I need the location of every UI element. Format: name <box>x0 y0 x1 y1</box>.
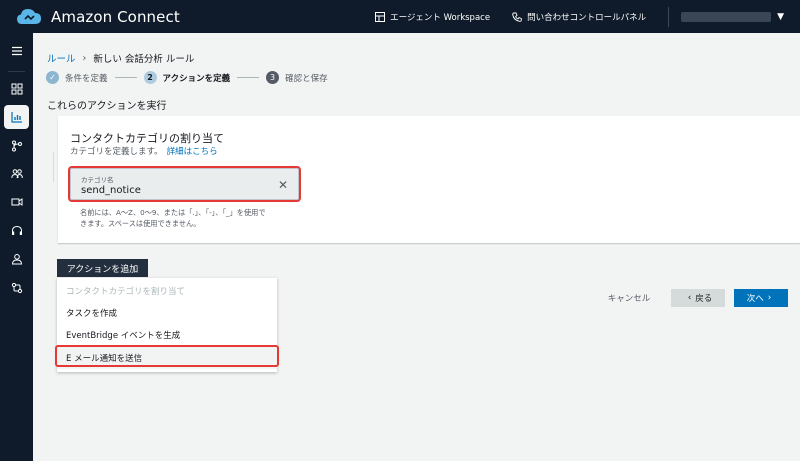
chevron-left-icon: ‹ <box>687 293 692 303</box>
menu-item-create-task[interactable]: タスクを作成 <box>57 302 277 324</box>
control-panel-label: 問い合わせコントロールパネル <box>527 12 647 23</box>
top-divider <box>668 6 670 27</box>
wizard-steps: ✓ 条件を定義 2 アクションを定義 3 確認と保存 <box>46 71 328 84</box>
contact-control-panel-link[interactable]: 問い合わせコントロールパネル <box>512 11 646 23</box>
step-review-save: 3 確認と保存 <box>266 71 328 84</box>
user-icon[interactable] <box>4 247 29 271</box>
menu-item-eventbridge[interactable]: EventBridge イベントを生成 <box>57 324 277 346</box>
dashboard-icon[interactable] <box>4 77 29 101</box>
menu-item-assign-category: コンタクトカテゴリを割り当て <box>66 287 186 297</box>
chevron-right-icon: › <box>767 293 772 303</box>
contact-flow-icon[interactable] <box>4 276 29 300</box>
cancel-button[interactable]: キャンセル <box>598 289 660 307</box>
step-number: 2 <box>143 71 157 84</box>
analytics-icon[interactable] <box>4 105 29 129</box>
users-icon[interactable] <box>4 162 29 186</box>
assign-category-card: コンタクトカテゴリの割り当て カテゴリを定義します。 詳細はこちら カテゴリ名 s… <box>58 116 800 243</box>
step-connector <box>237 77 260 78</box>
account-name-redacted[interactable] <box>681 11 772 22</box>
top-bar: Amazon Connect エージェント Workspace 問い合わせコント… <box>0 0 800 33</box>
left-navigation <box>0 33 33 461</box>
menu-highlight-box <box>55 345 279 367</box>
app-title: Amazon Connect <box>51 7 180 26</box>
step-number: 3 <box>266 71 280 84</box>
agent-workspace-label: エージェント Workspace <box>390 12 491 23</box>
section-title: これらのアクションを実行 <box>47 101 167 112</box>
routing-icon[interactable] <box>4 134 29 158</box>
step-connector <box>114 77 137 78</box>
caret-down-icon[interactable]: ▼ <box>777 12 784 22</box>
menu-icon[interactable] <box>4 39 29 63</box>
step-define-conditions[interactable]: ✓ 条件を定義 <box>46 71 108 84</box>
breadcrumb: ルール › 新しい 会話分析 ルール <box>47 51 195 66</box>
card-side-rule <box>53 152 54 182</box>
action-dropdown-menu: コンタクトカテゴリを割り当て タスクを作成 EventBridge イベントを生… <box>55 278 279 372</box>
chevron-right-icon: › <box>82 52 87 64</box>
field-help-text: 名前には、A～Z、0～9、または「.」、「-」、「_」を使用で きます。スペース… <box>80 208 266 228</box>
channels-icon[interactable] <box>4 190 29 214</box>
learn-more-link[interactable]: 詳細はこちら <box>167 147 218 157</box>
app-logo[interactable]: Amazon Connect <box>16 7 180 27</box>
next-button[interactable]: 次へ › <box>734 289 788 307</box>
back-button[interactable]: ‹ 戻る <box>671 289 725 307</box>
step-define-actions: 2 アクションを定義 <box>143 71 230 84</box>
add-action-button[interactable]: アクションを追加 <box>57 259 148 277</box>
phone-icon <box>512 12 522 22</box>
nav-divider <box>8 71 25 72</box>
card-description: カテゴリを定義します。 詳細はこちら <box>70 147 218 157</box>
main-content: ルール › 新しい 会話分析 ルール ✓ 条件を定義 2 アクションを定義 3 … <box>33 33 800 461</box>
card-title: コンタクトカテゴリの割り当て <box>70 132 224 145</box>
workspace-icon <box>375 11 386 22</box>
agent-workspace-link[interactable]: エージェント Workspace <box>375 11 490 23</box>
breadcrumb-rules-link[interactable]: ルール <box>47 51 76 65</box>
headset-icon[interactable] <box>4 219 29 243</box>
cloud-logo-icon <box>17 8 41 24</box>
checkmark-icon: ✓ <box>46 71 59 84</box>
field-highlight-box <box>68 166 301 202</box>
breadcrumb-current: 新しい 会話分析 ルール <box>93 54 195 65</box>
